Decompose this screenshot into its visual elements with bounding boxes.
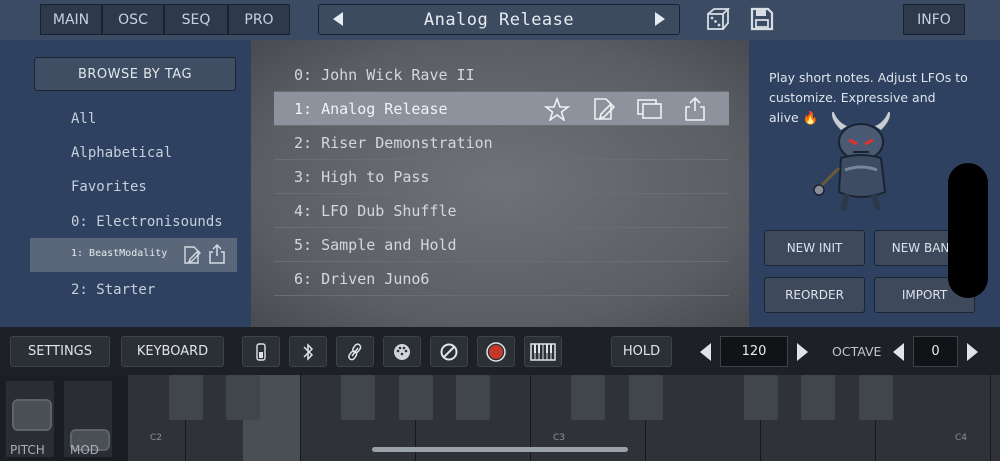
preset-row[interactable]: 4: LFO Dub Shuffle: [274, 194, 729, 228]
tag-item-favorites[interactable]: Favorites: [71, 173, 147, 201]
tag-browser: BROWSE BY TAG All Alphabetical Favorites…: [0, 40, 251, 327]
white-key[interactable]: [990, 375, 1000, 461]
preset-list: 0: John Wick Rave II 1: Analog Release 2…: [251, 40, 749, 327]
tab-main[interactable]: MAIN: [40, 4, 102, 35]
reorder-button[interactable]: REORDER: [764, 277, 865, 313]
tempo-display[interactable]: 120: [720, 336, 788, 367]
bluetooth-button[interactable]: [289, 336, 327, 367]
white-key[interactable]: [933, 375, 991, 461]
top-bar: MAIN OSC SEQ PRO Analog Release INFO: [0, 0, 1000, 40]
piano-keyboard: PITCH MOD C2 C3 C4: [0, 375, 1000, 461]
black-key[interactable]: [743, 375, 778, 420]
edit-icon[interactable]: [183, 245, 201, 265]
preset-row[interactable]: 6: Driven Juno6: [274, 262, 729, 296]
pitch-label: PITCH: [10, 443, 45, 457]
preset-row-label: 6: Driven Juno6: [294, 269, 430, 288]
preset-selector[interactable]: Analog Release: [318, 4, 680, 35]
tag-item-label: 1: BeastModality: [71, 248, 168, 259]
info-button[interactable]: INFO: [903, 4, 965, 35]
tag-item-electronisounds[interactable]: 0: Electronisounds: [71, 208, 223, 236]
home-indicator: [372, 447, 628, 452]
link-button[interactable]: [336, 336, 374, 367]
tempo-increase-icon[interactable]: [797, 343, 808, 361]
settings-button[interactable]: SETTINGS: [10, 336, 110, 367]
black-key[interactable]: [858, 375, 893, 420]
tempo-decrease-icon[interactable]: [700, 343, 711, 361]
black-key[interactable]: [226, 375, 260, 420]
preset-row[interactable]: 2: Riser Demonstration: [274, 126, 729, 160]
record-button[interactable]: [477, 336, 515, 367]
octave-marker: C4: [955, 433, 968, 443]
preset-row-label: 2: Riser Demonstration: [294, 133, 493, 152]
keyboard-button[interactable]: KEYBOARD: [121, 336, 224, 367]
preset-row-label: 5: Sample and Hold: [294, 235, 457, 254]
scroll-handle[interactable]: [948, 163, 988, 298]
octave-decrease-icon[interactable]: [893, 343, 904, 361]
octave-marker: C3: [553, 433, 566, 443]
edit-icon[interactable]: [592, 97, 616, 121]
black-key[interactable]: [628, 375, 663, 420]
tag-item-all[interactable]: All: [71, 105, 96, 133]
new-init-button[interactable]: NEW INIT: [764, 230, 865, 266]
mod-label: MOD: [70, 443, 100, 457]
black-key[interactable]: [398, 375, 433, 420]
midi-icon: [394, 343, 410, 360]
preset-row-label: 4: LFO Dub Shuffle: [294, 201, 457, 220]
midi-button[interactable]: [383, 336, 421, 367]
next-arrow-icon[interactable]: [655, 12, 665, 26]
dice-icon[interactable]: [706, 8, 730, 32]
octave-display[interactable]: 0: [913, 336, 958, 367]
bluetooth-icon: [303, 342, 314, 361]
preset-row-selected[interactable]: 1: Analog Release: [274, 92, 729, 126]
tag-item-starter[interactable]: 2: Starter: [71, 276, 155, 304]
slider-icon: [256, 342, 266, 361]
star-icon[interactable]: [544, 97, 570, 121]
black-key[interactable]: [168, 375, 203, 420]
hold-button[interactable]: HOLD: [611, 336, 672, 367]
preset-row[interactable]: 0: John Wick Rave II: [274, 58, 729, 92]
stop-icon: [440, 343, 458, 360]
tag-item-alphabetical[interactable]: Alphabetical: [71, 139, 172, 167]
pitch-wheel-handle[interactable]: [12, 399, 52, 431]
browse-by-tag-button[interactable]: BROWSE BY TAG: [34, 57, 236, 91]
prev-arrow-icon[interactable]: [333, 12, 343, 26]
controls-bar: SETTINGS KEYBOARD HOLD 120 OCTAVE 0: [0, 327, 1000, 375]
piano-roll-button[interactable]: [524, 336, 562, 367]
preset-name: Analog Release: [423, 9, 575, 30]
panic-button[interactable]: [430, 336, 468, 367]
duplicate-icon[interactable]: [636, 98, 664, 120]
black-key[interactable]: [571, 375, 605, 420]
tag-item-beastmodality[interactable]: 1: BeastModality: [30, 238, 237, 272]
preset-row-label: 0: John Wick Rave II: [294, 65, 475, 84]
black-key[interactable]: [456, 375, 490, 420]
black-key[interactable]: [801, 375, 835, 420]
preset-row-label: 3: High to Pass: [294, 167, 430, 186]
save-icon[interactable]: [750, 7, 774, 31]
tab-osc[interactable]: OSC: [102, 4, 164, 35]
link-icon: [348, 342, 362, 360]
piano-icon: [530, 342, 556, 361]
slider-toggle-button[interactable]: [242, 336, 280, 367]
beast-mascot-icon: [813, 112, 890, 212]
octave-increase-icon[interactable]: [967, 343, 978, 361]
share-icon[interactable]: [208, 243, 226, 265]
tab-seq[interactable]: SEQ: [164, 4, 228, 35]
octave-marker: C2: [150, 433, 163, 443]
preset-row-label: 1: Analog Release: [294, 99, 448, 118]
black-key[interactable]: [341, 375, 375, 420]
share-icon[interactable]: [684, 96, 706, 122]
tab-pro[interactable]: PRO: [228, 4, 290, 35]
octave-label: OCTAVE: [832, 344, 882, 359]
record-icon: [486, 341, 506, 362]
preset-row[interactable]: 5: Sample and Hold: [274, 228, 729, 262]
preset-row[interactable]: 3: High to Pass: [274, 160, 729, 194]
